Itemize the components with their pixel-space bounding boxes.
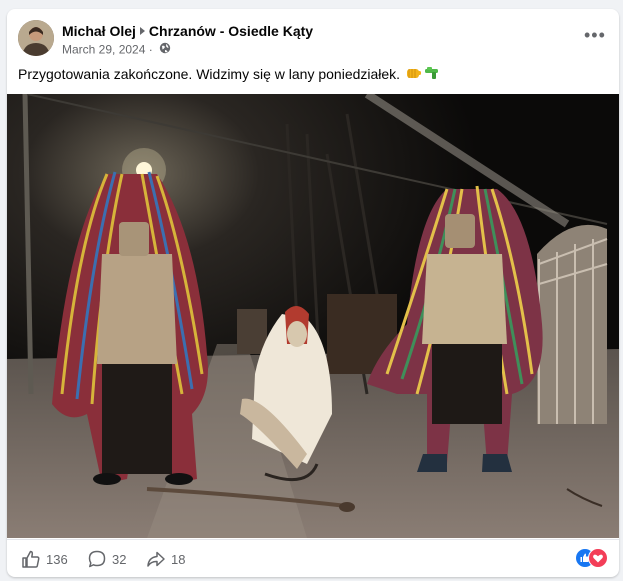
share-count: 18: [171, 552, 186, 567]
reaction-summary[interactable]: [575, 548, 609, 568]
post-date[interactable]: March 29, 2024: [62, 42, 145, 56]
post-card: Michał Olej Chrzanów - Osiedle Kąty March…: [7, 9, 619, 577]
avatar[interactable]: [18, 20, 54, 56]
post-meta: Michał Olej Chrzanów - Osiedle Kąty March…: [62, 22, 313, 58]
comment-button[interactable]: 32: [87, 549, 142, 569]
author-name[interactable]: Michał Olej: [62, 23, 136, 39]
fist-emoji: [406, 66, 422, 85]
water-pistol-emoji: [424, 66, 440, 85]
more-options-icon[interactable]: •••: [584, 26, 605, 48]
love-reaction-icon: [588, 548, 608, 568]
like-icon: [22, 550, 40, 568]
comment-count: 32: [112, 552, 127, 567]
like-count: 136: [46, 552, 68, 567]
arrow-right-icon: [139, 27, 145, 36]
post-caption: Przygotowania zakończone. Widzimy się w …: [18, 65, 608, 85]
like-button[interactable]: 136: [21, 549, 81, 569]
post-subline: March 29, 2024 ·: [62, 42, 313, 58]
post-header: Michał Olej Chrzanów - Osiedle Kąty March…: [18, 20, 608, 60]
caption-text: Przygotowania zakończone. Widzimy się w …: [18, 66, 401, 82]
post-photo[interactable]: [7, 90, 619, 538]
share-icon: [147, 551, 165, 567]
globe-icon: [159, 42, 171, 58]
comment-icon: [88, 550, 106, 568]
post-names: Michał Olej Chrzanów - Osiedle Kąty: [62, 22, 313, 40]
post-footer: 136 32 18: [7, 539, 619, 577]
group-name[interactable]: Chrzanów - Osiedle Kąty: [149, 23, 313, 39]
share-button[interactable]: 18: [146, 549, 201, 569]
dot-separator: ·: [148, 42, 153, 57]
